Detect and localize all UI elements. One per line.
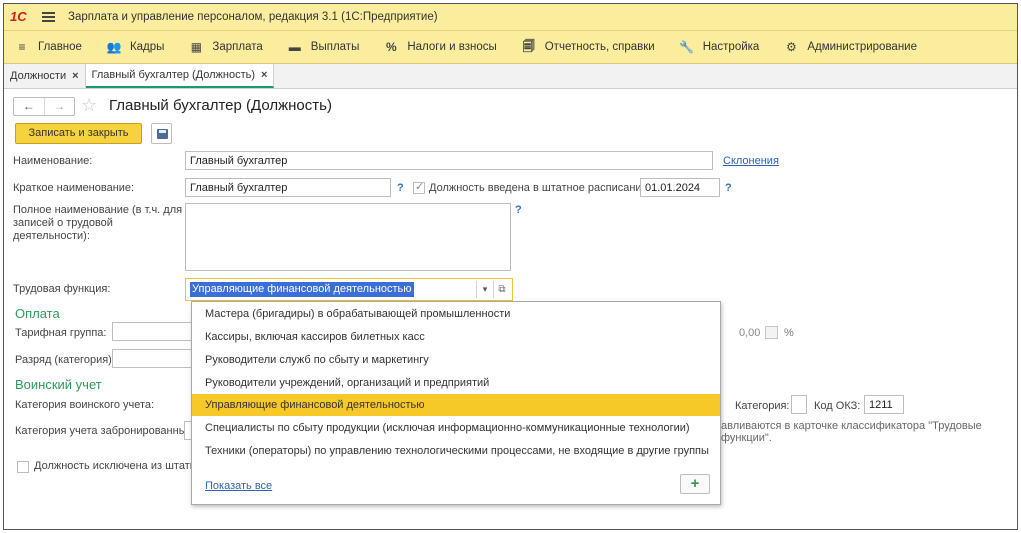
menu-item-label: Отчетность, справки <box>544 41 655 53</box>
menu-item-salary[interactable]: ▦ Зарплата <box>188 40 263 54</box>
tariff-group-field[interactable] <box>112 322 202 341</box>
dropdown-option[interactable]: Руководители учреждений, организаций и п… <box>192 372 720 394</box>
dropdown-option[interactable]: Кассиры, включая кассиров билетных касс <box>192 326 720 348</box>
labor-function-label: Трудовая функция: <box>13 283 111 295</box>
reserved-category-label: Категория учета забронированных: <box>15 425 196 437</box>
dropdown-option[interactable]: Руководители служб по сбыту и маркетингу <box>192 349 720 371</box>
tariff-group-label: Тарифная группа: <box>15 327 107 339</box>
rank-field[interactable] <box>112 349 202 368</box>
calculator-icon: ▦ <box>190 40 203 54</box>
page-title: Главный бухгалтер (Должность) <box>109 97 332 114</box>
menu-item-label: Кадры <box>129 41 165 53</box>
save-and-close-button[interactable]: Записать и закрыть <box>15 123 142 144</box>
menu-item-admin[interactable]: ⚙ Администрирование <box>783 40 917 54</box>
labor-function-dropdown: Мастера (бригадиры) в обрабатывающей про… <box>191 301 721 505</box>
favorite-star-icon[interactable]: ☆ <box>81 95 97 116</box>
open-item-icon[interactable]: ⧉ <box>493 281 510 298</box>
short-name-field[interactable]: Главный бухгалтер <box>185 178 391 197</box>
tab-chief-accountant[interactable]: Главный бухгалтер (Должность) × <box>85 64 275 88</box>
gear-icon: ⚙ <box>785 40 797 54</box>
card-icon: ▬ <box>288 40 301 54</box>
category-label: Категория: <box>735 400 790 412</box>
menu-item-label: Главное <box>38 41 82 53</box>
payment-section-title: Оплата <box>15 306 60 321</box>
back-arrow-icon[interactable]: ← <box>14 98 44 115</box>
menu-item-reports[interactable]: 🗐 Отчетность, справки <box>521 37 655 58</box>
percent-sign: % <box>784 327 794 339</box>
okz-field[interactable]: 1211 <box>864 395 904 414</box>
name-field[interactable]: Главный бухгалтер <box>185 151 713 170</box>
hamburger-menu-icon[interactable] <box>42 10 56 24</box>
tab-bar: Должности × Главный бухгалтер (Должность… <box>4 64 1017 89</box>
staff-schedule-checkbox[interactable] <box>413 180 425 194</box>
nav-buttons: ← → <box>13 97 75 116</box>
people-icon: 👥 <box>106 40 122 54</box>
menu-item-label: Налоги и взносы <box>407 41 497 53</box>
menu-item-label: Администрирование <box>807 41 917 53</box>
title-bar: 1С Зарплата и управление персоналом, ред… <box>4 4 1017 31</box>
labor-function-value[interactable]: Управляющие финансовой деятельностью <box>190 282 414 297</box>
close-icon[interactable]: × <box>261 69 267 81</box>
app-logo: 1С <box>10 9 27 24</box>
help-icon[interactable]: ? <box>515 204 522 216</box>
menu-item-label: Настройка <box>702 41 760 53</box>
menu-lines-icon: ≡ <box>18 40 26 54</box>
dropdown-arrow-icon[interactable]: ▾ <box>476 281 493 298</box>
main-menu: ≡ Главное 👥 Кадры ▦ Зарплата ▬ Выплаты %… <box>4 31 1017 64</box>
category-field[interactable] <box>791 395 807 414</box>
excluded-label: Должность исключена из штатно <box>34 460 202 472</box>
rank-label: Разряд (категория): <box>15 354 115 366</box>
add-button[interactable]: + <box>680 474 710 494</box>
menu-item-label: Выплаты <box>310 41 360 53</box>
save-icon[interactable] <box>151 123 172 144</box>
dropdown-option[interactable]: Специалисты по сбыту продукции (исключая… <box>192 417 720 439</box>
close-icon[interactable]: × <box>72 70 78 82</box>
menu-item-main[interactable]: ≡ Главное <box>14 40 82 54</box>
help-icon[interactable]: ? <box>725 182 732 194</box>
excluded-checkbox[interactable] <box>17 461 29 473</box>
full-name-textarea[interactable] <box>185 203 511 271</box>
menu-item-payments[interactable]: ▬ Выплаты <box>287 40 360 54</box>
help-icon[interactable]: ? <box>397 182 404 194</box>
show-all-link[interactable]: Показать все <box>205 480 272 492</box>
calculator-small-icon[interactable] <box>765 326 778 339</box>
documents-icon: 🗐 <box>522 38 535 53</box>
staff-schedule-label: Должность введена в штатное расписание <box>429 182 648 194</box>
tab-positions[interactable]: Должности × <box>4 64 86 88</box>
menu-item-taxes[interactable]: % Налоги и взносы <box>383 40 497 54</box>
tab-label: Главный бухгалтер (Должность) <box>91 69 256 81</box>
military-category-label: Категория воинского учета: <box>15 399 155 411</box>
classifier-note: авливаются в карточке классификатора "Тр… <box>721 420 982 444</box>
wrench-icon: 🔧 <box>679 40 695 54</box>
menu-item-label: Зарплата <box>212 41 263 53</box>
dropdown-option[interactable]: Мастера (бригадиры) в обрабатывающей про… <box>192 303 720 325</box>
name-label: Наименование: <box>13 155 93 167</box>
tab-label: Должности <box>10 70 67 82</box>
menu-item-settings[interactable]: 🔧 Настройка <box>679 40 760 54</box>
full-name-label: Полное наименование (в т.ч. для записей … <box>13 204 183 242</box>
menu-item-hr[interactable]: 👥 Кадры <box>106 40 164 54</box>
window-title: Зарплата и управление персоналом, редакц… <box>68 11 438 23</box>
forward-arrow-icon[interactable]: → <box>43 98 75 115</box>
percent-icon: % <box>386 40 397 54</box>
okz-label: Код ОКЗ: <box>814 400 861 412</box>
short-name-label: Краткое наименование: <box>13 182 135 194</box>
military-section-title: Воинский учет <box>15 377 102 392</box>
staff-schedule-date-field[interactable]: 01.01.2024 <box>640 178 720 197</box>
declensions-link[interactable]: Склонения <box>723 155 779 167</box>
percent-value: 0,00 <box>739 327 761 339</box>
app-window: 1С Зарплата и управление персоналом, ред… <box>3 3 1018 530</box>
labor-function-combobox[interactable]: Управляющие финансовой деятельностью ▾ ⧉ <box>185 278 513 301</box>
dropdown-option[interactable]: Техники (операторы) по управлению технол… <box>192 440 720 462</box>
dropdown-option-selected[interactable]: Управляющие финансовой деятельностью <box>192 394 720 416</box>
